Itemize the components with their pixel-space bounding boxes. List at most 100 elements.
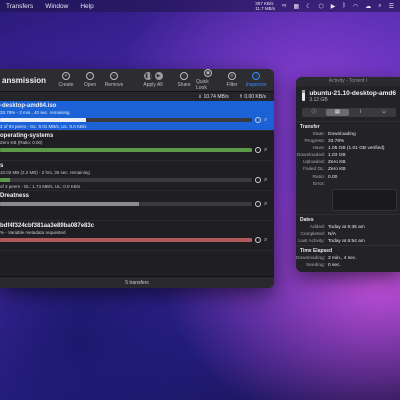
transfer-row[interactable]: operating-systems Zero KB (Ratio: 0.00) ⌕ — [0, 131, 274, 161]
inspector-window: Activity - Torrent I ubuntu-21.10-deskto… — [296, 77, 400, 272]
detail-label: Seeding: — [306, 263, 325, 269]
detail-row: Progress: 33.78% — [296, 138, 400, 145]
link-icon[interactable]: ∞ — [282, 3, 286, 9]
transfer-status: 10.03 MB (2.2 MB) - 2 hrs, 35 sec. remai… — [0, 170, 90, 175]
cloud-icon[interactable]: ☁ — [365, 3, 371, 10]
detail-row: Last Activity: Today at 6:54 am — [296, 238, 400, 245]
progress-bar — [0, 202, 252, 206]
menu-bar: Transfers Window Help 357 KB/s 11.7 MB/s… — [0, 0, 400, 12]
inspector-title: Activity - Torrent I — [296, 77, 400, 86]
detail-label: Failed DL: — [303, 167, 325, 173]
reveal-icon[interactable]: ⌕ — [264, 237, 270, 243]
transfer-detail: 3 of 93 peers - DL: 9.01 MB/s, UL: 0.0 K… — [0, 124, 87, 129]
reveal-icon[interactable]: ⌕ — [264, 177, 270, 183]
quick-look-button[interactable]: ◉ Quick Look — [196, 69, 220, 91]
filter-button[interactable]: ≡ Filter — [220, 72, 244, 88]
menu-window[interactable]: Window — [39, 3, 74, 10]
activity-icon: ▤ — [335, 109, 340, 115]
inspector-button[interactable]: i Inspector — [244, 72, 268, 88]
detail-row: Ratio: 0.00 — [296, 174, 400, 181]
file-size: 3.12 GB — [309, 97, 328, 103]
remove-icon: – — [110, 72, 118, 80]
reveal-icon[interactable]: ⌕ — [264, 117, 270, 123]
pause-icon: ❚❚ — [143, 72, 153, 80]
pause-resume-icon[interactable] — [255, 117, 261, 123]
wifi-icon[interactable]: ◠ — [353, 3, 358, 10]
tab-activity[interactable]: ▤ — [326, 109, 349, 116]
file-icon — [302, 90, 306, 101]
menu-transfers[interactable]: Transfers — [0, 3, 39, 10]
window-title: ansmission — [2, 75, 47, 85]
play-icon[interactable]: ▶ — [331, 3, 336, 10]
reveal-icon[interactable]: ⌕ — [264, 147, 270, 153]
menu-help[interactable]: Help — [74, 3, 99, 10]
pause-resume-icon[interactable] — [255, 201, 261, 207]
transfer-name: -desktop-amd64.iso — [0, 103, 57, 109]
progress-fill — [0, 148, 252, 152]
toolbar: ansmission + Create ↑ Open – Remove ❚❚ ▶ Ap… — [0, 69, 274, 92]
detail-row: Added: Today at 6:36 am — [296, 224, 400, 231]
moon-icon[interactable]: ☾ — [306, 3, 311, 10]
menubar-speed-readout: 357 KB/s 11.7 MB/s — [255, 1, 276, 11]
transfer-row[interactable]: s 10.03 MB (2.2 MB) - 2 hrs, 35 sec. rema… — [0, 161, 274, 191]
pause-resume-icon[interactable] — [255, 177, 261, 183]
transfer-heading: Transfer — [296, 121, 400, 131]
share-button[interactable]: ↑ Share — [172, 72, 196, 88]
transfer-status: 33.78% - 3 min., 40 sec. remaining — [0, 110, 70, 115]
detail-label: State: — [312, 132, 325, 137]
tab-info[interactable]: ⓘ — [303, 109, 325, 116]
detail-label: Completed: — [300, 231, 325, 237]
detail-row: Uploaded: Zero KB — [296, 159, 400, 166]
grid-icon[interactable]: ▦ — [293, 3, 299, 10]
transfer-details: State: Downloading Progress: 33.78% Have: 1.0… — [296, 131, 400, 188]
progress-bar — [0, 178, 252, 182]
tab-trackers[interactable]: ⌇ — [350, 109, 372, 116]
error-field — [332, 188, 397, 211]
dates-heading: Dates — [296, 213, 400, 224]
search-icon[interactable]: ⌕ — [378, 3, 381, 10]
detail-row: Failed DL: Zero KB — [296, 166, 400, 173]
transfer-row[interactable]: -desktop-amd64.iso 33.78% - 3 min., 40 se… — [0, 101, 274, 131]
create-button[interactable]: + Create — [54, 72, 78, 88]
pause-resume-icon[interactable] — [255, 237, 261, 243]
transmission-window: ansmission + Create ↑ Open – Remove ❚❚ ▶ Ap… — [0, 69, 274, 288]
share-icon: ↑ — [180, 72, 188, 80]
transfer-name: operating-systems — [0, 133, 54, 139]
detail-label: Progress: — [304, 139, 325, 145]
apply-all-button[interactable]: ❚❚ ▶ Apply All — [134, 72, 172, 88]
download-speed: ⇓ 10.74 MB/s — [197, 93, 229, 100]
detail-label: Ratio: — [312, 174, 325, 180]
detail-label: Downloaded: — [296, 153, 325, 159]
control-center-icon[interactable]: ☰ — [389, 3, 394, 10]
detail-value: 0.00 — [328, 174, 338, 180]
progress-row: ⌕ — [0, 177, 270, 183]
progress-row: ⌕ — [0, 117, 270, 123]
tab-peers[interactable]: ☺ — [373, 109, 395, 116]
detail-value: Zero KB — [328, 160, 346, 166]
detail-value: 3 min., 4 sec. — [328, 256, 357, 262]
global-stats: ⇓ 10.74 MB/s ⇑ 0.00 KB/s — [0, 92, 274, 101]
detail-value: Today at 6:36 am — [328, 224, 365, 230]
bluetooth-icon[interactable]: ᛒ — [342, 3, 346, 9]
transfer-status: % - Variable metadata requested — [0, 230, 66, 235]
remove-button[interactable]: – Remove — [102, 72, 126, 88]
open-button[interactable]: ↑ Open — [78, 72, 102, 88]
progress-bar — [0, 118, 252, 122]
detail-value: Today at 6:54 am — [328, 238, 365, 244]
transfer-list: -desktop-amd64.iso 33.78% - 3 min., 40 se… — [0, 101, 274, 251]
progress-fill — [0, 238, 252, 242]
pause-resume-icon[interactable] — [255, 147, 261, 153]
detail-value: Zero KB — [328, 167, 346, 173]
transfer-row[interactable]: Dreatness ⌕ — [0, 191, 274, 221]
lock-icon[interactable]: ⬡ — [319, 3, 324, 10]
detail-label: Downloading: — [296, 256, 326, 262]
detail-value: 1.03 GB — [328, 153, 346, 159]
footer-status: 5 transfers — [0, 276, 274, 288]
reveal-icon[interactable]: ⌕ — [264, 201, 270, 207]
progress-fill — [0, 118, 86, 122]
inspector-tabs: ⓘ ▤ ⌇ ☺ — [302, 108, 396, 117]
detail-row: Error: — [296, 181, 400, 188]
inspector-header: ubuntu-21.10-desktop-amd6 3.12 GB — [296, 86, 400, 105]
transfer-row[interactable]: bdf4f324cbf381aa3e89ba087e83c% - Variabl… — [0, 221, 274, 251]
detail-value: 0 sec. — [328, 263, 341, 269]
